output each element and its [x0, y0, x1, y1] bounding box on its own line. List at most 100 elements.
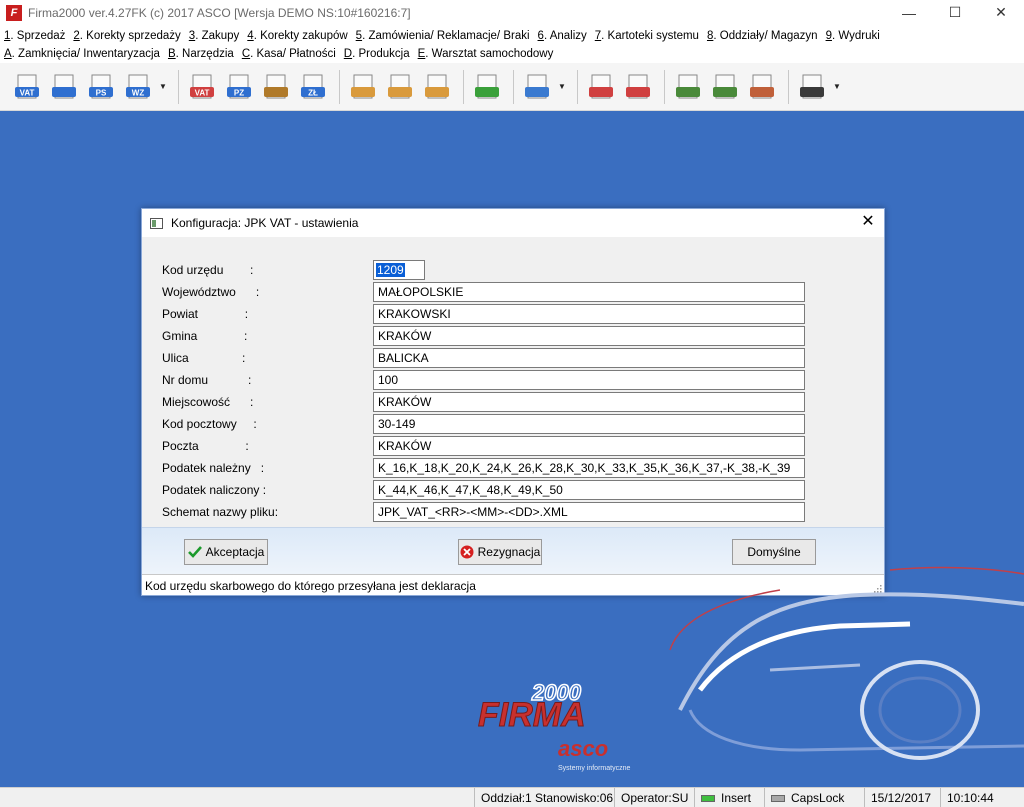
users-button[interactable]: [671, 68, 705, 106]
checklist-icon: [475, 74, 499, 98]
logo-tagline: Systemy informatyczne: [558, 765, 630, 772]
menu-item-d[interactable]: D. Produkcja: [340, 48, 414, 60]
podatek-naliczony-value: K_44,K_46,K_47,K_48,K_49,K_50: [378, 483, 563, 497]
kod-urzedu-field[interactable]: 1209: [373, 260, 425, 280]
menu-item-1[interactable]: 1. Sprzedaż: [0, 30, 69, 42]
poczta-label: Poczta :: [162, 439, 249, 453]
menu-item-3[interactable]: 3. Zakupy: [185, 30, 244, 42]
ps-document-icon: PS: [89, 74, 113, 98]
vat-invoice-button[interactable]: VAT: [10, 68, 44, 106]
gmina-field[interactable]: KRAKÓW: [373, 326, 805, 346]
miejscowosc-field[interactable]: KRAKÓW: [373, 392, 805, 412]
menu-item-a[interactable]: A. Zamknięcia/ Inwentaryzacja: [0, 48, 164, 60]
boxes-button[interactable]: [383, 68, 417, 106]
menu-row-1: 1. Sprzedaż 2. Korekty sprzedaży 3. Zakupy…: [0, 27, 884, 45]
menu-item-4[interactable]: 4. Korekty zakupów: [243, 30, 351, 42]
wojewodztwo-field[interactable]: MAŁOPOLSKIE: [373, 282, 805, 302]
window-title-bar: F Firma2000 ver.4.27FK (c) 2017 ASCO [We…: [0, 0, 1024, 25]
wojewodztwo-label: Województwo :: [162, 285, 260, 299]
close-window-button[interactable]: ✕: [978, 0, 1024, 25]
menu-item-8[interactable]: 8. Oddziały/ Magazyn: [703, 30, 822, 42]
chevron-down-icon[interactable]: ▼: [832, 68, 842, 106]
toolbar-separator: [664, 69, 665, 104]
status-date: 15/12/2017: [864, 788, 940, 807]
nr-domu-field[interactable]: 100: [373, 370, 805, 390]
menu-item-5[interactable]: 5. Zamówienia/ Reklamacje/ Braki: [352, 30, 534, 42]
podatek-nalezny-field[interactable]: K_16,K_18,K_20,K_24,K_26,K_28,K_30,K_33,…: [373, 458, 805, 478]
menu-item-b[interactable]: B. Narzędzia: [164, 48, 238, 60]
menu-item-2[interactable]: 2. Korekty sprzedaży: [69, 30, 184, 42]
menu-label: . Produkcja: [352, 48, 410, 60]
checklist-button[interactable]: [470, 68, 504, 106]
minimize-button[interactable]: —: [886, 0, 932, 25]
basket-search-button[interactable]: [520, 68, 554, 106]
kod-pocztowy-field[interactable]: 30-149: [373, 414, 805, 434]
field-row-podatek-nalezny: Podatek należny : K_16,K_18,K_20,K_24,K_2…: [142, 458, 886, 478]
pz-document-button[interactable]: PZ: [222, 68, 256, 106]
powiat-label: Powiat :: [162, 307, 249, 321]
toolbar-button-text: PZ: [234, 88, 244, 97]
status-insert: Insert: [694, 788, 764, 807]
users-key-button[interactable]: [708, 68, 742, 106]
menu-item-c[interactable]: C. Kasa/ Płatności: [238, 48, 340, 60]
powiat-value: KRAKOWSKI: [378, 307, 451, 321]
menu-label: . Zamknięcia/ Inwentaryzacja: [11, 48, 160, 60]
dialog-close-button[interactable]: ✕: [860, 214, 876, 230]
menu-label: . Korekty sprzedaży: [79, 30, 181, 42]
podatek-naliczony-label: Podatek naliczony :: [162, 483, 267, 497]
vat-purchase-icon: VAT: [190, 74, 214, 98]
kod-pocztowy-label: Kod pocztowy :: [162, 417, 257, 431]
vat-purchase-button[interactable]: VAT: [185, 68, 219, 106]
toolbar-button-text: VAT: [20, 88, 35, 97]
field-row-nr-domu: Nr domu : 100: [142, 370, 886, 390]
toolbar-separator: [577, 69, 578, 104]
wz-document-button[interactable]: WZ: [121, 68, 155, 106]
delivery-box-button[interactable]: [420, 68, 454, 106]
status-date-text: 15/12/2017: [871, 791, 932, 805]
cart-warning-button[interactable]: [621, 68, 655, 106]
defaults-button-label: Domyślne: [747, 545, 801, 559]
kod-urzedu-label: Kod urzędu :: [162, 263, 254, 277]
status-operator: Operator:SU: [614, 788, 694, 807]
menu-item-e[interactable]: E. Warsztat samochodowy: [414, 48, 558, 60]
car-outline-icon: [669, 566, 1024, 760]
document-arrow-icon: [52, 74, 76, 98]
field-row-podatek-naliczony: Podatek naliczony : K_44,K_46,K_47,K_48,K…: [142, 480, 886, 500]
truck-alert-button[interactable]: [584, 68, 618, 106]
menu-item-6[interactable]: 6. Analizy: [534, 30, 591, 42]
nr-domu-label: Nr domu :: [162, 373, 252, 387]
schemat-nazwy-pliku-value: JPK_VAT_<RR>-<MM>-<DD>.XML: [378, 505, 568, 519]
kod-pocztowy-value: 30-149: [378, 417, 416, 431]
pz-document-icon: PZ: [227, 74, 251, 98]
powiat-field[interactable]: KRAKOWSKI: [373, 304, 805, 324]
logo-company: asco: [558, 736, 608, 761]
toolbar-button-text: PS: [96, 88, 107, 97]
box-button[interactable]: [346, 68, 380, 106]
zl-document-button[interactable]: ZŁ: [296, 68, 330, 106]
ps-document-button[interactable]: PS: [84, 68, 118, 106]
menu-hotkey: B: [167, 48, 176, 60]
handcart-button[interactable]: [259, 68, 293, 106]
menu-bar: 1. Sprzedaż 2. Korekty sprzedaży 3. Zakupy…: [0, 25, 1024, 63]
accept-button[interactable]: Akceptacja: [184, 539, 268, 565]
chevron-down-icon[interactable]: ▼: [158, 68, 168, 106]
poczta-field[interactable]: KRAKÓW: [373, 436, 805, 456]
podatek-naliczony-field[interactable]: K_44,K_46,K_47,K_48,K_49,K_50: [373, 480, 805, 500]
cancel-button-label: Rezygnacja: [477, 545, 541, 559]
menu-item-7[interactable]: 7. Kartoteki systemu: [591, 30, 703, 42]
maximize-button[interactable]: ☐: [932, 0, 978, 25]
menu-label: . Sprzedaż: [10, 30, 66, 42]
status-capslock: CapsLock: [764, 788, 864, 807]
menu-label: . Wydruki: [831, 30, 880, 42]
user-button[interactable]: [795, 68, 829, 106]
chevron-down-icon[interactable]: ▼: [557, 68, 567, 106]
menu-item-9[interactable]: 9. Wydruki: [822, 30, 884, 42]
menu-label: . Zakupy: [195, 30, 240, 42]
ulica-field[interactable]: BALICKA: [373, 348, 805, 368]
menu-label: . Oddziały/ Magazyn: [713, 30, 818, 42]
cancel-button[interactable]: Rezygnacja: [458, 539, 542, 565]
toolbar-separator: [178, 69, 179, 104]
truck-button[interactable]: [745, 68, 779, 106]
schemat-nazwy-pliku-field[interactable]: JPK_VAT_<RR>-<MM>-<DD>.XML: [373, 502, 805, 522]
document-arrow-button[interactable]: [47, 68, 81, 106]
